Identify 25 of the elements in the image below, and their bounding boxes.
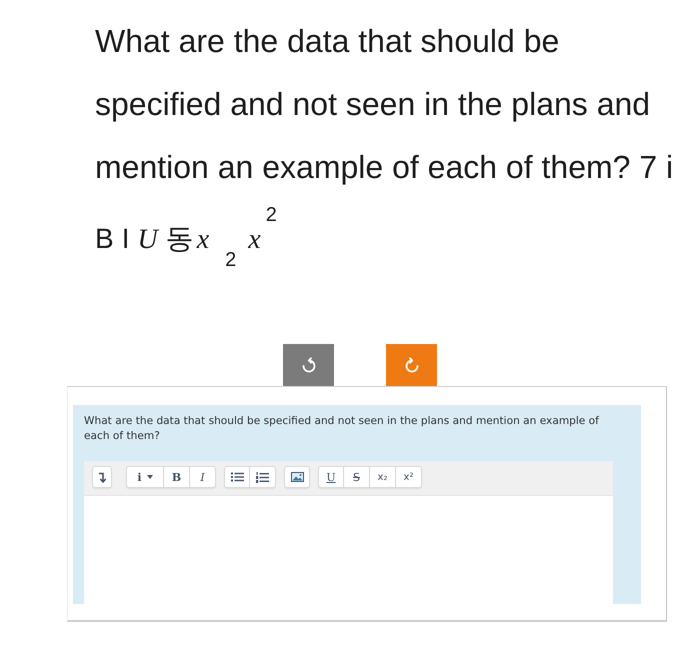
caret-icon	[146, 475, 153, 479]
strikethrough-button[interactable]: S	[344, 466, 370, 488]
question-text: What are the data that should be specified and not seen in the plans and mention an example of each of them?	[84, 414, 600, 444]
paragraph-style-button[interactable]: i	[126, 466, 164, 488]
italic-button[interactable]: I	[190, 466, 216, 488]
redo-button[interactable]	[386, 344, 437, 386]
format-label: U	[137, 226, 158, 254]
format-label: B	[95, 225, 114, 253]
bold-button[interactable]: B	[164, 466, 190, 488]
insert-image-button[interactable]	[284, 466, 310, 488]
superscript-button[interactable]: x²	[396, 466, 422, 488]
numbered-list-icon	[256, 472, 269, 482]
format-label: 동	[166, 225, 194, 253]
format-label: I	[122, 225, 130, 253]
counterclockwise-arrow-icon	[300, 357, 316, 373]
numbered-list-button[interactable]	[250, 466, 276, 488]
clockwise-arrow-icon	[404, 357, 420, 373]
subscript-button[interactable]: x₂	[370, 466, 396, 488]
toolbar-toggle-button[interactable]	[92, 466, 112, 488]
image-icon	[290, 472, 304, 482]
question-text: What are the data that should be specified and not seen in the plans and mention an example of each of them? 7 i	[95, 22, 674, 187]
underline-button[interactable]: U	[318, 466, 344, 488]
turn-down-arrow-icon	[98, 472, 106, 482]
bulleted-list-icon	[230, 472, 244, 482]
bulleted-list-button[interactable]	[224, 466, 250, 488]
